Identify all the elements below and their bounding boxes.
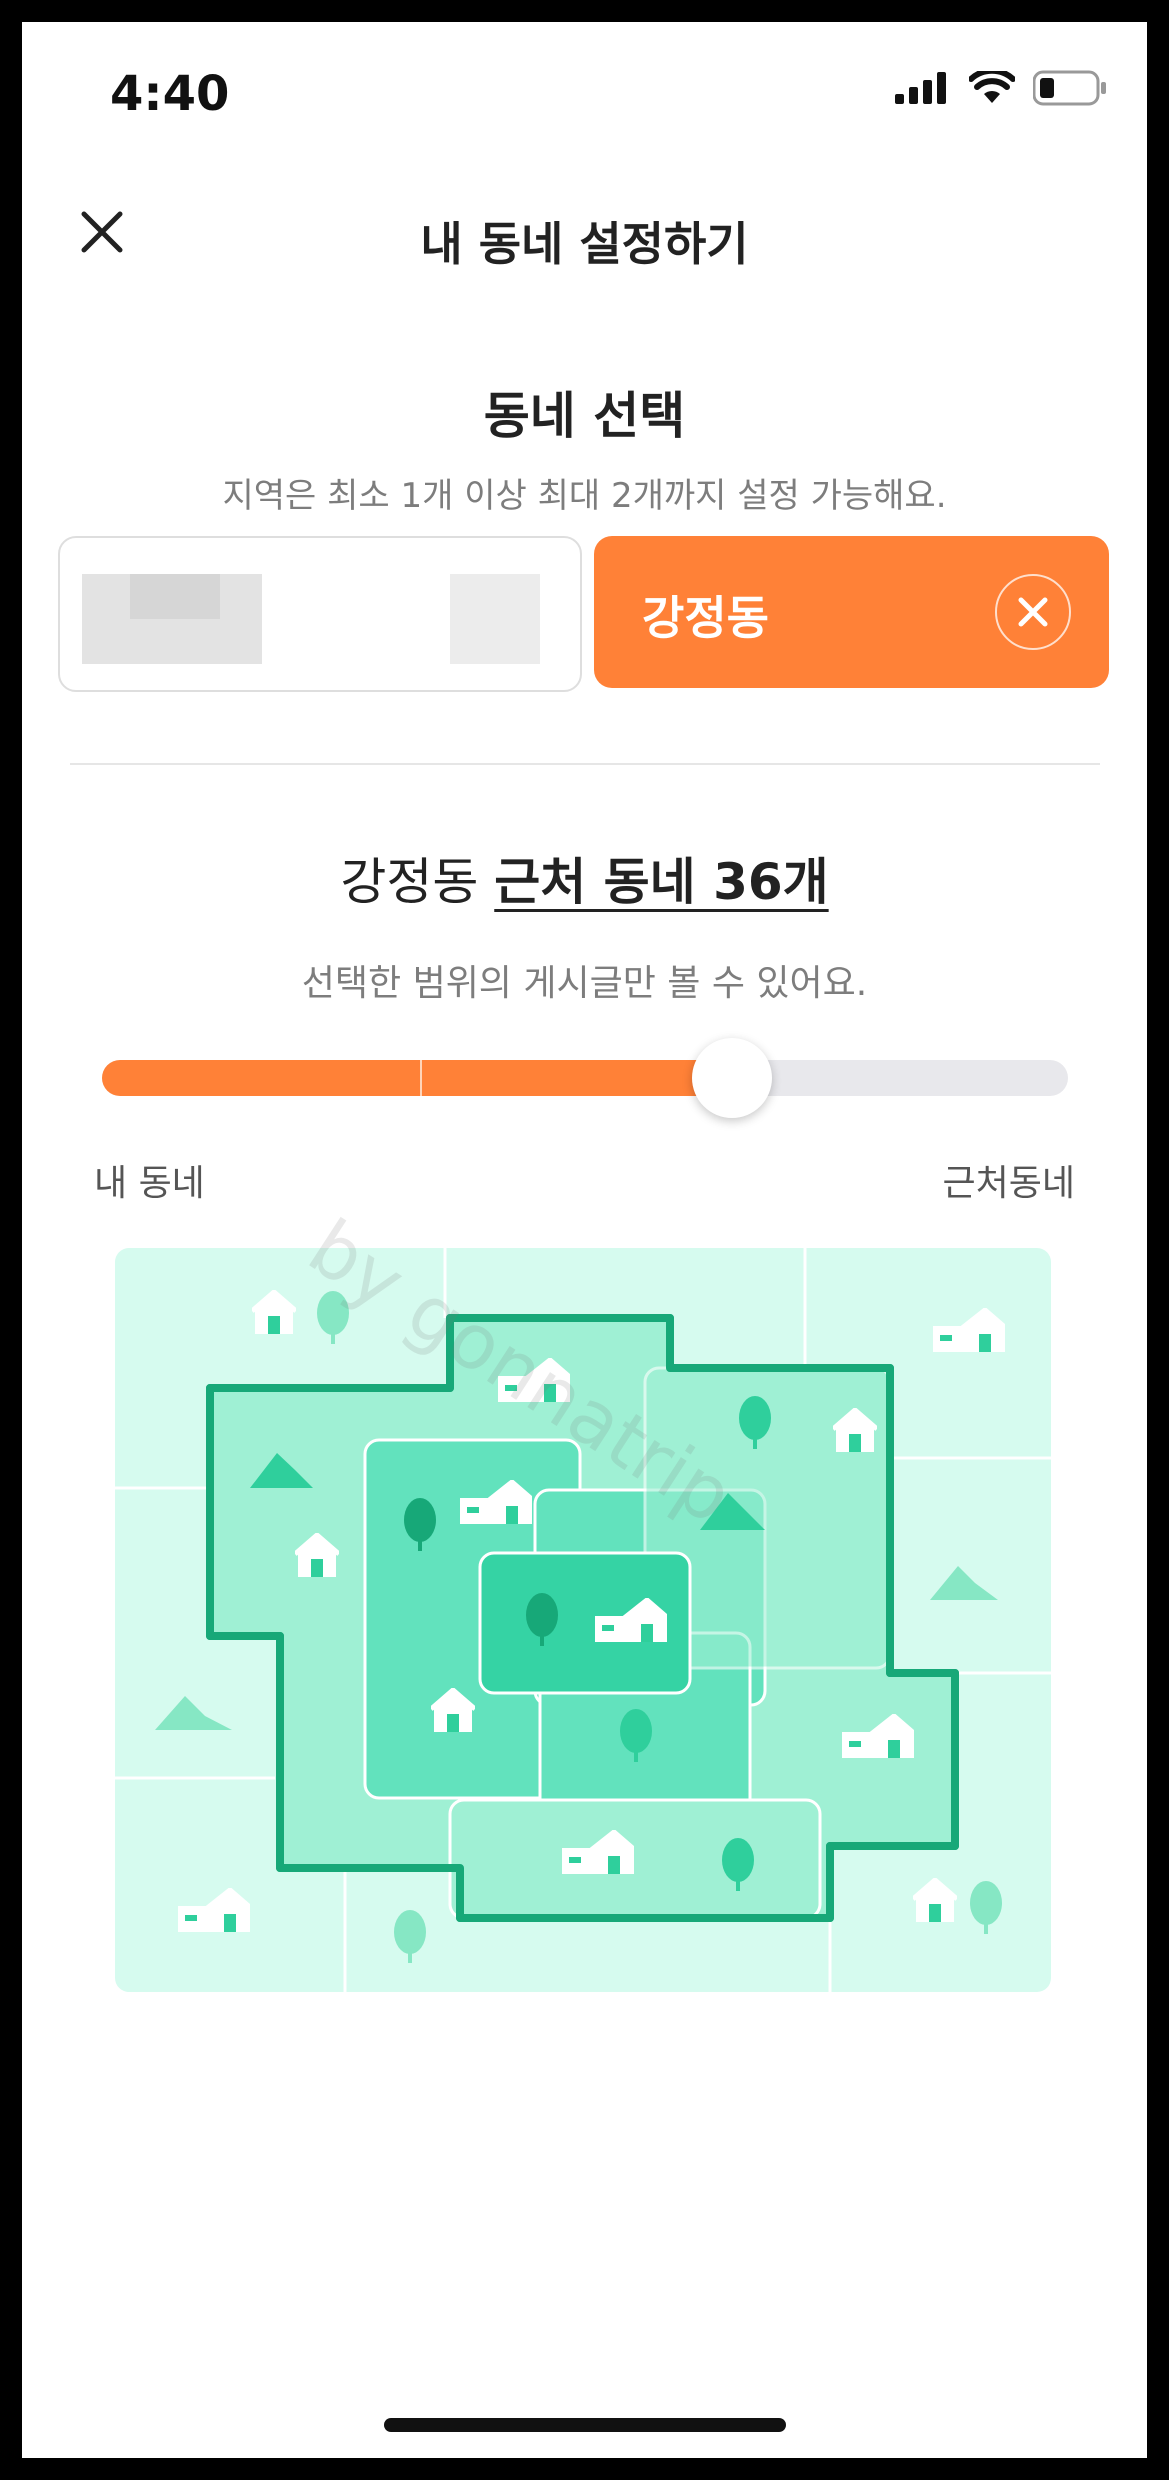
blurred-region [130,574,220,619]
battery-icon [1033,70,1106,106]
status-time: 4:40 [110,66,230,122]
nearby-count-link[interactable]: 근처 동네 36개 [494,853,828,911]
status-icons [895,70,1107,106]
chip-label: 강정동 [642,591,769,645]
nearby-title[interactable]: 강정동 근처 동네 36개 [22,842,1147,914]
range-slider-knob[interactable] [692,1038,772,1118]
home-indicator [384,2418,786,2432]
page-title: 내 동네 설정하기 [420,217,749,271]
wifi-icon [969,71,1015,103]
nearby-title-prefix: 강정동 [340,853,495,911]
nearby-subtitle: 선택한 범위의 게시글만 볼 수 있어요. [301,963,868,1004]
slider-right-label: 근처동네 [942,1163,1075,1204]
close-circle-icon [1018,597,1048,627]
section-subtitle: 지역은 최소 1개 이상 최대 2개까지 설정 가능해요. [222,476,947,516]
range-slider-tick [420,1060,422,1096]
chip-remove-button[interactable] [995,574,1071,650]
neighborhood-chip-selected[interactable]: 강정동 [594,536,1109,688]
divider [70,763,1100,765]
cellular-signal-icon [895,72,946,104]
blurred-region [450,574,540,664]
neighborhood-chip-empty[interactable] [58,536,582,692]
slider-left-label: 내 동네 [94,1163,205,1204]
app-screen: 4:40 내 동네 설정하기 동네 선택 지역은 최소 1개 이상 최대 2개까… [22,22,1147,2458]
section-title: 동네 선택 [483,387,686,445]
